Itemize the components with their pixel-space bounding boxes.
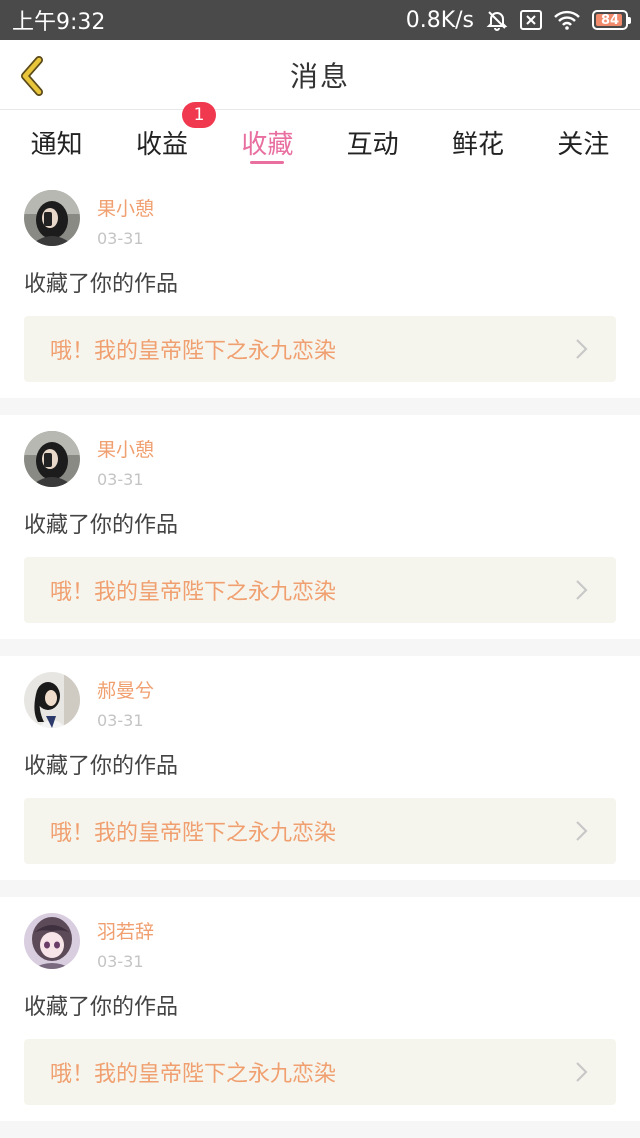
action-text: 收藏了你的作品 — [24, 272, 179, 297]
navigation-bar: 消息 — [0, 40, 640, 110]
chevron-right-icon — [572, 339, 592, 359]
tab-flowers[interactable]: 鲜花 — [442, 110, 514, 174]
tab-interactions[interactable]: 互动 — [337, 110, 409, 174]
username[interactable]: 羽若辞 — [97, 917, 154, 944]
work-title: 哦！我的皇帝陛下之永九恋染 — [50, 821, 337, 846]
wifi-icon — [554, 10, 580, 30]
message-date: 03-31 — [97, 952, 144, 971]
message-card: 果小憩 03-31 收藏了你的作品 哦！我的皇帝陛下之永九恋染 — [0, 415, 640, 639]
username[interactable]: 郝曼兮 — [97, 676, 154, 703]
tab-following[interactable]: 关注 — [547, 110, 619, 174]
avatar[interactable] — [24, 190, 80, 246]
sim-off-icon — [520, 10, 542, 30]
tab-label: 收益 — [135, 129, 188, 160]
tab-favorites[interactable]: 收藏 — [231, 110, 303, 174]
message-card: 郝曼兮 03-31 收藏了你的作品 哦！我的皇帝陛下之永九恋染 — [0, 656, 640, 880]
chevron-right-icon — [572, 821, 592, 841]
tab-label: 通知 — [30, 129, 83, 160]
tab-label: 收藏 — [241, 129, 294, 160]
back-button[interactable] — [14, 56, 50, 96]
work-title: 哦！我的皇帝陛下之永九恋染 — [50, 339, 337, 364]
username[interactable]: 果小憩 — [97, 194, 154, 221]
mute-bell-icon — [486, 9, 508, 31]
tab-label: 鲜花 — [451, 129, 504, 160]
tab-earnings[interactable]: 收益 1 — [126, 102, 216, 174]
work-link[interactable]: 哦！我的皇帝陛下之永九恋染 — [24, 557, 616, 623]
network-speed: 0.8K/s — [405, 7, 474, 33]
work-link[interactable]: 哦！我的皇帝陛下之永九恋染 — [24, 316, 616, 382]
unread-badge: 1 — [182, 102, 216, 128]
status-icons: 0.8K/s 84 — [405, 7, 631, 33]
action-text: 收藏了你的作品 — [24, 995, 179, 1020]
message-date: 03-31 — [97, 711, 144, 730]
battery-level: 84 — [600, 12, 620, 28]
message-date: 03-31 — [97, 470, 144, 489]
message-card: 羽若辞 03-31 收藏了你的作品 哦！我的皇帝陛下之永九恋染 — [0, 897, 640, 1121]
tab-notifications[interactable]: 通知 — [21, 110, 93, 174]
avatar[interactable] — [24, 672, 80, 728]
username[interactable]: 果小憩 — [97, 435, 154, 462]
chevron-left-icon — [21, 56, 43, 96]
avatar[interactable] — [24, 431, 80, 487]
status-bar: 上午9:32 0.8K/s 84 — [0, 0, 640, 40]
status-time: 上午9:32 — [12, 10, 106, 35]
chevron-right-icon — [572, 580, 592, 600]
work-link[interactable]: 哦！我的皇帝陛下之永九恋染 — [24, 1039, 616, 1105]
action-text: 收藏了你的作品 — [24, 513, 179, 538]
message-feed: 果小憩 03-31 收藏了你的作品 哦！我的皇帝陛下之永九恋染 果小憩 03-3… — [0, 174, 640, 1121]
battery-icon: 84 — [592, 10, 631, 30]
avatar[interactable] — [24, 913, 80, 969]
page-title: 消息 — [289, 59, 350, 93]
tab-label: 互动 — [346, 129, 399, 160]
work-title: 哦！我的皇帝陛下之永九恋染 — [50, 1062, 337, 1087]
action-text: 收藏了你的作品 — [24, 754, 179, 779]
message-date: 03-31 — [97, 229, 144, 248]
message-card: 果小憩 03-31 收藏了你的作品 哦！我的皇帝陛下之永九恋染 — [0, 174, 640, 398]
chevron-right-icon — [572, 1062, 592, 1082]
work-link[interactable]: 哦！我的皇帝陛下之永九恋染 — [24, 798, 616, 864]
tab-bar: 通知 收益 1 收藏 互动 鲜花 关注 — [0, 102, 640, 174]
tab-label: 关注 — [557, 129, 610, 160]
work-title: 哦！我的皇帝陛下之永九恋染 — [50, 580, 337, 605]
